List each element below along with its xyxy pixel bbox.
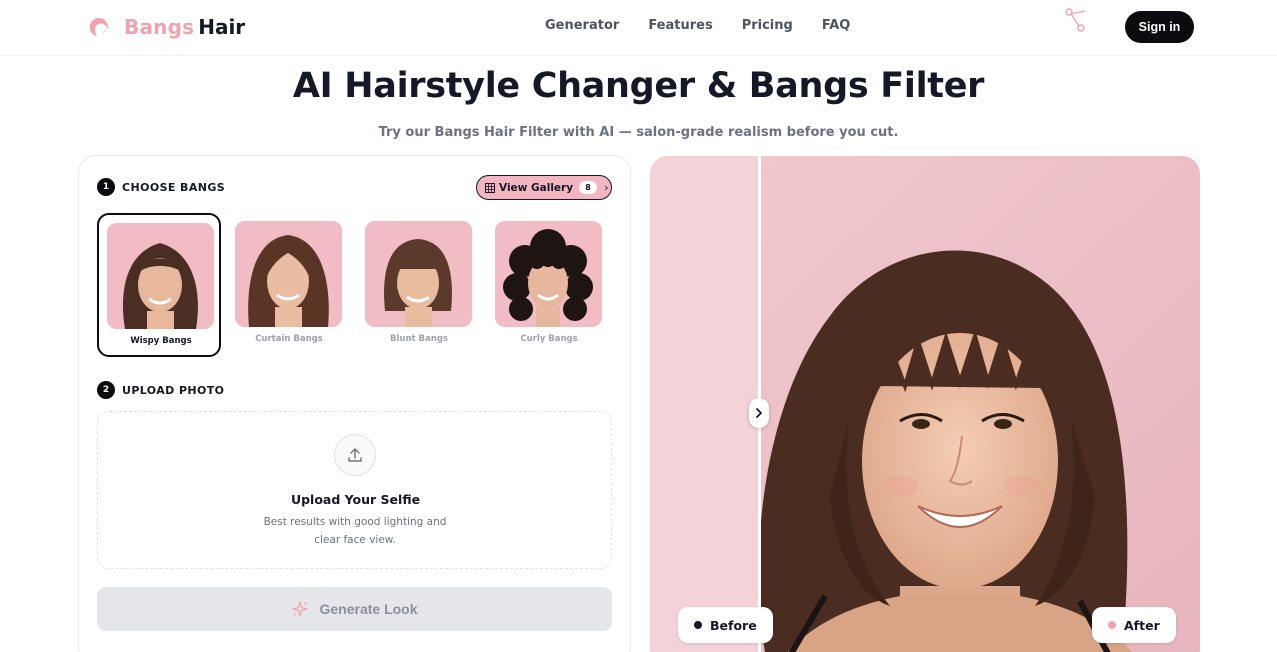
step-label: CHOOSE BANGS [122,180,226,194]
brand-name-part1: Bangs [124,15,195,39]
nav-faq[interactable]: FAQ [822,18,851,33]
generate-look-button[interactable]: Generate Look [97,587,612,631]
style-name: Curly Bangs [520,334,578,344]
brand-name-part2: Hair [198,15,246,39]
style-option-blunt[interactable]: Blunt Bangs [357,213,481,357]
before-dot [694,621,702,629]
nav-features[interactable]: Features [648,18,712,33]
step-label: UPLOAD PHOTO [122,383,225,397]
after-badge: After [1092,607,1176,643]
upload-icon [334,434,376,476]
style-thumbnail [495,221,602,327]
page-subtitle: Try our Bangs Hair Filter with AI — salo… [378,125,899,140]
before-badge: Before [678,607,773,643]
style-thumbnail [365,221,472,327]
before-label: Before [710,617,757,633]
step-number-badge: 1 [97,178,115,196]
style-option-wispy[interactable]: Wispy Bangs [97,213,221,357]
nav-generator[interactable]: Generator [545,18,619,33]
before-after-preview[interactable]: Before After [650,156,1200,652]
generate-look-label: Generate Look [319,601,418,617]
hair-logo-icon [89,18,109,36]
upload-dropzone[interactable]: Upload Your Selfie Best results with goo… [97,411,612,569]
style-thumbnail [107,223,214,329]
preview-photo [650,156,1200,652]
step-number-badge: 2 [97,381,115,399]
bangs-style-list: Wispy Bangs Curtain Bangs Blunt Bangs Cu… [97,213,617,357]
style-name: Wispy Bangs [130,336,192,346]
compare-slider-handle[interactable] [749,398,769,428]
sign-in-button[interactable]: Sign in [1125,11,1194,43]
logo[interactable]: Bangs Hair [88,12,245,42]
main-nav: Generator Features Pricing FAQ [545,18,879,33]
upload-title: Upload Your Selfie [290,492,421,507]
scissors-icon [1065,8,1086,32]
view-gallery-label: View Gallery [499,181,574,194]
style-option-curtain[interactable]: Curtain Bangs [227,213,351,357]
step-choose-bangs: 1 CHOOSE BANGS [97,178,225,196]
gallery-count-badge: 8 [579,181,598,194]
upload-description: Best results with good lighting and clea… [263,516,447,546]
sparkle-icon [292,601,309,617]
chevron-right-icon: › [604,181,609,194]
page-title: AI Hairstyle Changer & Bangs Filter [292,66,985,106]
style-thumbnail [235,221,342,327]
top-header: Bangs Hair Generator Features Pricing FA… [0,0,1277,56]
view-gallery-button[interactable]: View Gallery 8 › [476,175,612,200]
step-upload-photo: 2 UPLOAD PHOTO [97,381,224,399]
chevron-right-icon [756,408,762,418]
style-name: Curtain Bangs [255,334,323,344]
grid-icon [485,182,495,193]
style-name: Blunt Bangs [390,334,448,344]
generator-panel: 1 CHOOSE BANGS View Gallery 8 › Wispy Ba… [78,155,631,652]
nav-pricing[interactable]: Pricing [742,18,793,33]
after-label: After [1124,617,1160,633]
style-option-curly[interactable]: Curly Bangs [487,213,611,357]
after-dot [1108,621,1116,629]
